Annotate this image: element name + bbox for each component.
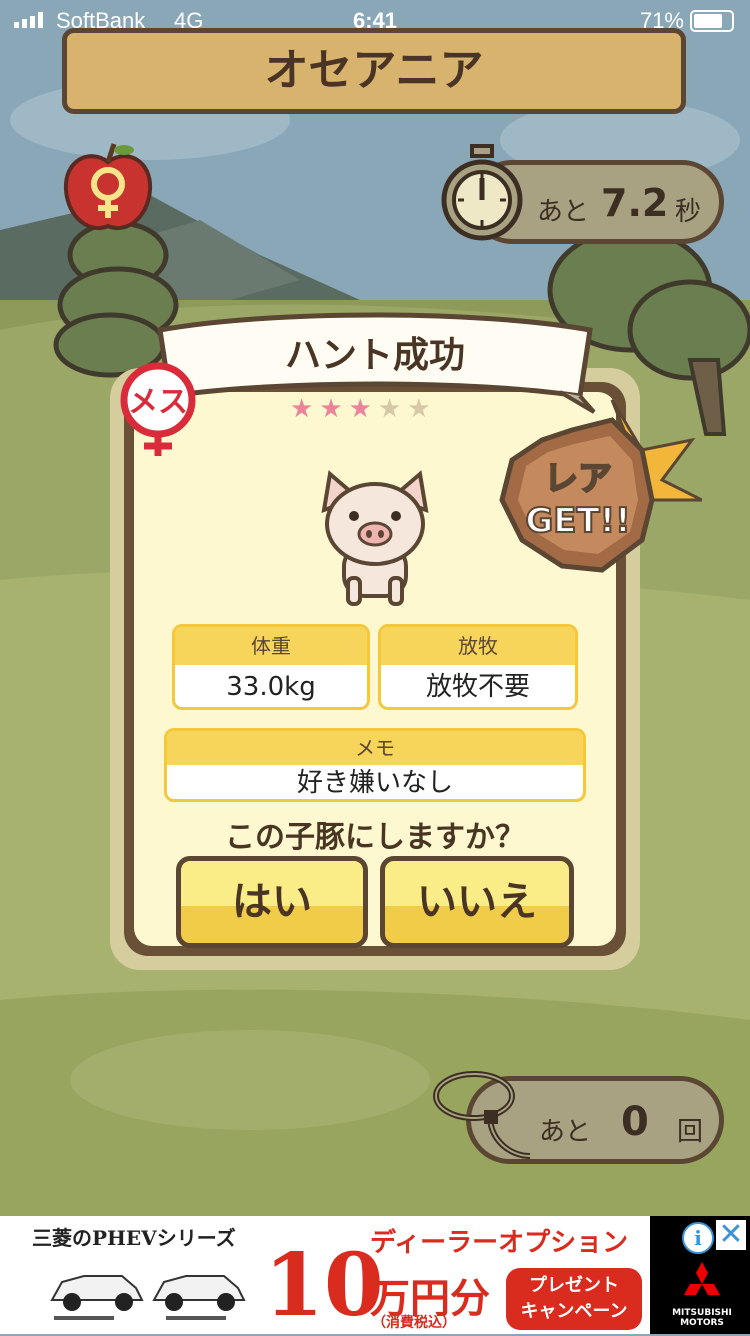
- grazing-label: 放牧: [381, 627, 575, 665]
- remaining-value: 0: [621, 1099, 649, 1145]
- ad-series: 三菱のPHEVシリーズ: [32, 1226, 236, 1250]
- yes-button-label: はい: [232, 879, 312, 925]
- star-icon: ★: [377, 394, 408, 424]
- ad-left-panel: 三菱のPHEVシリーズ: [14, 1216, 258, 1334]
- ad-brand-name: MITSUBISHI MOTORS: [672, 1308, 732, 1328]
- rare-label-line1: レア: [544, 459, 612, 499]
- ad-close-icon[interactable]: ✕: [716, 1220, 746, 1250]
- rarity-stars: ★★★★★: [290, 394, 460, 424]
- weight-field: 体重 33.0kg: [172, 624, 370, 710]
- yes-button[interactable]: はい: [176, 856, 368, 948]
- mitsubishi-logo: [684, 1262, 720, 1295]
- remaining-unit: 回: [677, 1117, 704, 1147]
- car-image: [50, 1275, 246, 1320]
- female-badge: メス: [120, 362, 196, 456]
- timer-unit: 秒: [675, 197, 702, 227]
- weight-value: 33.0kg: [226, 672, 316, 702]
- stopwatch-icon: [441, 144, 523, 241]
- grazing-field: 放牧 放牧不要: [378, 624, 578, 710]
- dialog-title: ハント成功: [284, 335, 465, 376]
- lasso-icon: [433, 1071, 531, 1159]
- ad-info-icon[interactable]: i: [682, 1222, 714, 1254]
- rare-get-badge: レア GET!!: [499, 399, 702, 573]
- ad-banner[interactable]: 三菱のPHEVシリーズ 10 ディーラーオプション 万円分 （消費税込） プレゼ…: [0, 1216, 750, 1336]
- battery-icon: [690, 10, 734, 32]
- no-button-label: いいえ: [417, 879, 537, 925]
- confirm-question: この子豚にしますか？: [225, 820, 525, 855]
- star-icon: ★: [290, 394, 320, 424]
- ad-cta-button[interactable]: プレゼント キャンペーン: [506, 1268, 642, 1330]
- region-title: オセアニア: [264, 45, 484, 96]
- ad-amount: 10: [264, 1235, 384, 1336]
- piglet-image: [321, 470, 429, 606]
- memo-field: メモ 好き嫌いなし: [164, 728, 586, 802]
- memo-label: メモ: [167, 731, 583, 765]
- memo-value: 好き嫌いなし: [296, 768, 453, 798]
- ad-cta-line1: プレゼント: [529, 1275, 619, 1296]
- weight-label: 体重: [175, 627, 367, 665]
- grazing-value: 放牧不要: [425, 672, 530, 702]
- female-badge-label: メス: [128, 385, 188, 420]
- rare-label-line2: GET!!: [525, 501, 630, 541]
- star-icon: ★: [407, 394, 437, 424]
- ad-cta-line2: キャンペーン: [520, 1301, 628, 1322]
- ad-tax-note: （消費税込）: [372, 1315, 456, 1331]
- star-icon: ★: [348, 394, 378, 424]
- ad-headline: ディーラーオプション: [370, 1228, 629, 1258]
- timer-prefix: あと: [537, 197, 590, 227]
- star-icon: ★: [319, 394, 349, 424]
- no-button[interactable]: いいえ: [380, 856, 574, 948]
- region-title-plank: オセアニア: [62, 28, 686, 114]
- timer-value: 7.2: [601, 181, 669, 225]
- apple-female-icon: [63, 143, 153, 230]
